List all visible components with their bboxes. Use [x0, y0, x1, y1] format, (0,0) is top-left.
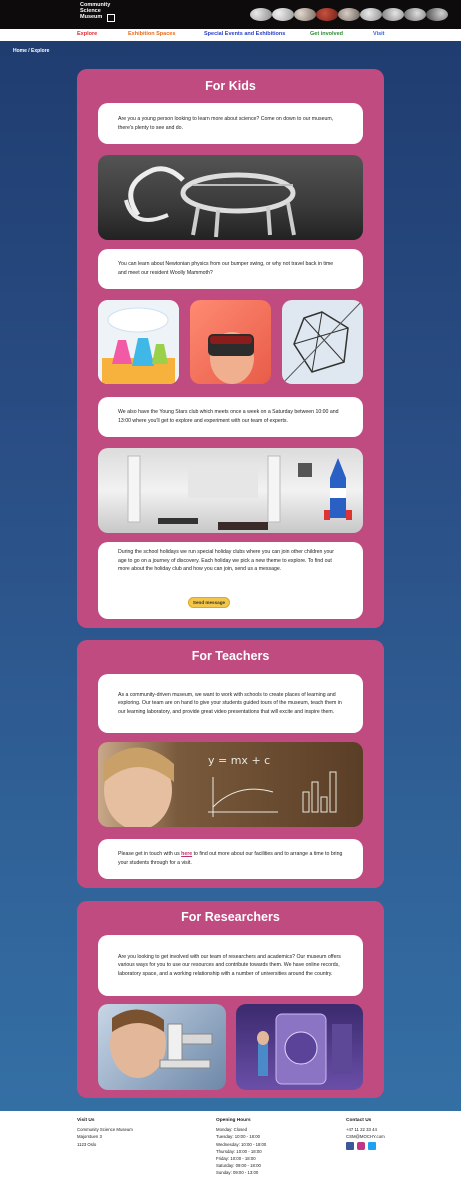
kids-intro-text: Are you a young person looking to learn …: [98, 103, 363, 144]
geodesic-structure-image: [282, 300, 363, 384]
geodesic-structure-illustration: [282, 300, 363, 384]
footer-address-line: Community Science Museum: [77, 1127, 133, 1133]
moon-phase-icon: [294, 8, 316, 21]
lab-equipment-image: [236, 1004, 363, 1090]
kids-title: For Kids: [205, 79, 256, 93]
footer-phone[interactable]: +47 11 22 33 44: [346, 1126, 385, 1133]
site-header: Community Science Museum: [0, 0, 461, 29]
moon-phases-banner: [250, 8, 460, 22]
send-message-button[interactable]: Send message: [188, 597, 230, 608]
footer-address-line: 1123 Oslo: [77, 1141, 97, 1147]
microscope-researcher-image: [98, 1004, 226, 1090]
contact-here-link[interactable]: here: [181, 851, 192, 857]
facebook-icon[interactable]: [346, 1141, 354, 1150]
kids-physics-text: You can learn about Newtonian physics fr…: [98, 249, 363, 289]
site-logo[interactable]: Community Science Museum: [80, 2, 120, 27]
chemistry-flasks-image: [98, 300, 179, 384]
teachers-contact-paragraph: Please get in touch with us here to find…: [118, 850, 343, 867]
vr-headset-illustration: [208, 332, 254, 384]
researchers-intro-text: Are you looking to get involved with our…: [98, 935, 363, 996]
footer-hours-line: Saturday: 09:00 - 18:00: [216, 1163, 261, 1169]
footer-hours-heading: Opening Hours: [216, 1118, 251, 1123]
teachers-intro-paragraph: As a community-driven museum, we want to…: [118, 691, 342, 715]
kids-holiday-paragraph: During the school holidays we run specia…: [118, 549, 334, 573]
footer-hours-line: Monday: Closed: [216, 1127, 248, 1133]
moon-phase-icon: [338, 8, 360, 21]
footer-social-icons: [346, 1141, 385, 1152]
nav-item-get-involved[interactable]: Get involved: [310, 31, 343, 37]
teachers-intro-text: As a community-driven museum, we want to…: [98, 674, 363, 733]
mammoth-skeleton-illustration: [124, 166, 296, 238]
footer-hours-line: Friday: 10:00 - 18:00: [216, 1156, 256, 1162]
nav-item-special-events[interactable]: Special Events and Exhibitions: [204, 31, 285, 37]
teachers-title: For Teachers: [191, 649, 270, 663]
footer-visit-heading: Visit Us: [77, 1118, 95, 1123]
chemistry-flasks-illustration: [98, 300, 179, 384]
microscope-researcher-illustration: [110, 1009, 213, 1078]
exhibition-hall-image: [98, 448, 363, 533]
footer-visit: Visit Us Community Science Museum Majors…: [77, 1117, 133, 1148]
exhibition-hall-illustration: [127, 455, 352, 530]
lab-equipment-illustration: [257, 1013, 352, 1085]
moon-phase-icon: [250, 8, 272, 21]
chalkboard-equation: y = mx + c: [208, 754, 270, 767]
kids-young-stars-text: We also have the Young Stars club which …: [98, 397, 363, 437]
footer-address-line: Majorstuen 3: [77, 1134, 102, 1140]
footer-hours-line: Tuesday: 10:00 - 18:00: [216, 1134, 261, 1140]
kids-physics-paragraph: You can learn about Newtonian physics fr…: [118, 261, 334, 276]
footer-hours-line: Thursday: 10:00 - 18:00: [216, 1148, 262, 1154]
moon-phase-icon: [272, 8, 294, 21]
chalkboard-child-image: y = mx + c: [98, 742, 363, 827]
main-nav: Explore Exhibition Spaces Special Events…: [0, 29, 461, 41]
breadcrumb[interactable]: Home / Explore: [13, 48, 49, 54]
nav-item-exhibition-spaces[interactable]: Exhibition Spaces: [128, 31, 175, 37]
kids-section: For Kids Are you a young person looking …: [77, 69, 384, 628]
footer-contact: Contact Us +47 11 22 33 44 CSM@MOCHY.com: [346, 1117, 385, 1152]
mammoth-skeleton-image: [98, 155, 363, 240]
vr-headset-image: [190, 300, 271, 384]
moon-phase-icon: [316, 8, 338, 21]
researchers-title: For Researchers: [181, 910, 280, 924]
twitter-icon[interactable]: [368, 1141, 377, 1150]
kids-holiday-text: During the school holidays we run specia…: [98, 542, 363, 619]
researchers-section: For Researchers Are you looking to get i…: [77, 901, 384, 1098]
footer-hours-line: Sunday: 09:00 - 13:00: [216, 1170, 259, 1176]
researchers-intro-paragraph: Are you looking to get involved with our…: [118, 953, 341, 977]
moon-phase-icon: [360, 8, 382, 21]
footer-hours: Opening Hours Monday: Closed Tuesday: 10…: [216, 1117, 266, 1177]
site-footer: Visit Us Community Science Museum Majors…: [0, 1111, 461, 1181]
moon-phase-icon: [382, 8, 404, 21]
kids-intro-paragraph: Are you a young person looking to learn …: [118, 115, 334, 131]
logo-mark-icon: [107, 14, 115, 22]
teachers-contact-text-before: Please get in touch with us: [118, 851, 182, 858]
teachers-section: For Teachers As a community-driven museu…: [77, 640, 384, 888]
footer-contact-heading: Contact Us: [346, 1118, 372, 1123]
moon-phase-icon: [404, 8, 426, 21]
chalkboard-child-illustration: y = mx + c: [104, 747, 337, 827]
moon-phase-icon: [426, 8, 448, 21]
footer-hours-line: Wednesday: 10:00 - 18:00: [216, 1141, 267, 1147]
footer-email[interactable]: CSM@MOCHY.com: [346, 1133, 385, 1140]
teachers-contact-text: Please get in touch with us here to find…: [98, 839, 363, 879]
nav-item-visit[interactable]: Visit: [373, 31, 385, 37]
instagram-icon[interactable]: [357, 1141, 366, 1150]
kids-young-stars-paragraph: We also have the Young Stars club which …: [118, 409, 339, 424]
nav-item-explore[interactable]: Explore: [77, 31, 97, 37]
